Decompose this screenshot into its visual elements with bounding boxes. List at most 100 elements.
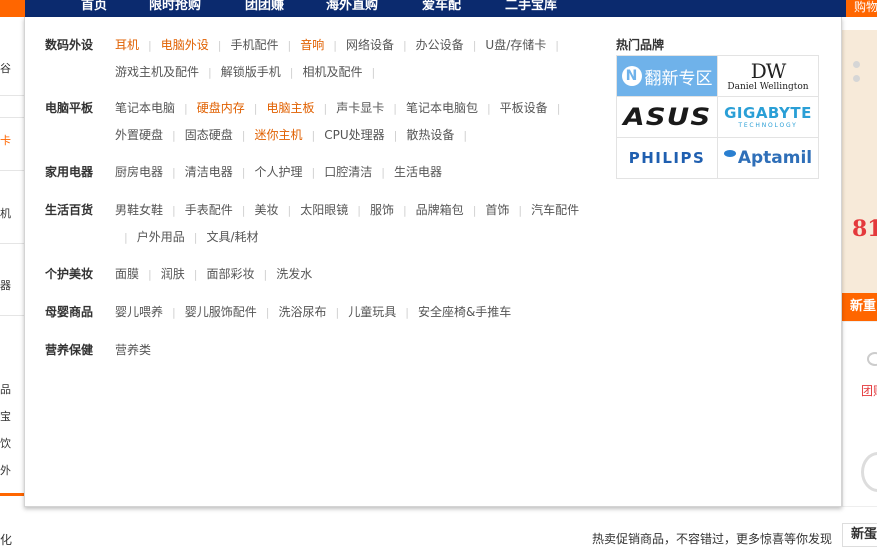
category-link[interactable]: 相机及配件 [302,65,362,79]
category-link[interactable]: 迷你主机 [254,128,302,142]
category-link[interactable]: 个人护理 [254,165,302,179]
category-link[interactable]: 固态硬盘 [185,128,233,142]
link-separator: | [357,204,361,217]
category-link[interactable]: 首饰 [485,203,509,217]
category-link[interactable]: 营养类 [115,343,151,357]
nav-item-flash-sale[interactable]: 限时抢购 [149,0,201,14]
category-link[interactable]: 耳机 [115,38,139,52]
category-link[interactable]: 声卡显卡 [336,101,384,115]
category-link[interactable]: 笔记本电脑包 [406,101,478,115]
link-separator: | [193,268,198,281]
category-link[interactable]: 平板设备 [500,101,548,115]
category-title[interactable]: 母婴商品 [45,304,93,320]
link-separator: | [371,66,376,79]
link-separator: | [265,306,270,319]
category-link[interactable]: 硬盘内存 [197,101,245,115]
category-link[interactable]: 安全座椅&手推车 [418,305,511,319]
brand-philips[interactable]: PHILIPS [617,138,718,179]
category-title[interactable]: 营养保健 [45,342,93,358]
nav-item-home[interactable]: 首页 [81,0,107,14]
category-link[interactable]: 润肤 [161,267,185,281]
link-separator: | [402,204,407,217]
category-link[interactable]: 男鞋女鞋 [115,203,163,217]
brand-asus[interactable]: ASUS [617,97,718,138]
category-link[interactable]: 手机配件 [230,38,278,52]
category-link[interactable]: 解锁版手机 [221,65,281,79]
carousel-dot[interactable] [853,75,860,82]
link-separator: | [148,268,152,281]
sidebar-fragment[interactable]: 外 [0,464,25,478]
category-link[interactable]: 面部彩妆 [206,267,254,281]
nav-item-second-hand[interactable]: 二手宝库 [505,0,557,14]
category-link[interactable]: 厨房电器 [115,165,163,179]
sidebar-fragment[interactable]: 器 [0,279,25,293]
category-link[interactable]: 笔记本电脑 [115,101,175,115]
sidebar-fragment[interactable]: 机 [0,207,25,221]
brand-daniel-wellington[interactable]: DW Daniel Wellington [718,56,819,97]
nav-item-car[interactable]: 爱车配 [422,0,461,14]
category-link[interactable]: 生活电器 [394,165,442,179]
cart-button[interactable]: 购物 [846,0,877,17]
category-dropdown-panel: 数码外设 耳机 | 电脑外设 | 手机配件 | 音响 | 网络设备 | 办公设备 | U盘/存储卡 | 游戏主… [24,17,842,507]
product-link[interactable]: 团购 [861,382,877,399]
category-link[interactable]: 清洁电器 [185,165,233,179]
sidebar-fragment[interactable]: 卡 [0,134,25,148]
link-separator: | [172,204,176,217]
brand-fanxin[interactable]: N 翻新专区 [617,56,718,97]
category-title[interactable]: 家用电器 [45,164,93,180]
category-link[interactable]: 外置硬盘 [115,128,163,142]
category-link[interactable]: 汽车配件 [531,203,579,217]
category-link[interactable]: 音响 [300,38,324,52]
category-link[interactable]: 婴儿服饰配件 [185,305,257,319]
category-title[interactable]: 个护美妆 [45,266,93,282]
category-link[interactable]: 美妆 [254,203,278,217]
category-title[interactable]: 电脑平板 [45,100,93,116]
newegg-tab[interactable]: 新蛋 [842,523,877,547]
category-link[interactable]: 散热设备 [406,128,454,142]
philips-logo: PHILIPS [628,149,706,167]
product-card[interactable]: 团购 [842,321,877,507]
nav-item-overseas[interactable]: 海外直购 [326,0,378,14]
link-separator: | [263,268,268,281]
category-link[interactable]: 电脑主板 [266,101,314,115]
category-link[interactable]: 洗浴尿布 [278,305,326,319]
nav-item-group-earn[interactable]: 团团赚 [245,0,284,14]
category-link[interactable]: 文具/耗材 [206,230,258,244]
link-separator: | [208,66,212,79]
category-link[interactable]: 手表配件 [185,203,233,217]
sidebar-fragment[interactable]: 谷 [0,62,25,76]
category-link[interactable]: 婴儿喂养 [115,305,163,319]
link-separator: | [518,204,523,217]
swoosh-icon [723,149,736,157]
category-link[interactable]: CPU处理器 [324,128,384,142]
category-link[interactable]: 户外用品 [137,230,185,244]
carousel-dot[interactable] [853,61,860,68]
category-link[interactable]: 游戏主机及配件 [115,65,199,79]
sidebar-fragment[interactable]: 品 [0,383,25,397]
category-link[interactable]: 电脑外设 [161,38,209,52]
category-links: 厨房电器 | 清洁电器 | 个人护理 | 口腔清洁 | 生活电器 [115,159,585,186]
category-title[interactable]: 生活百货 [45,202,93,218]
category-link[interactable]: 口腔清洁 [324,165,372,179]
category-link[interactable]: 网络设备 [346,38,394,52]
category-link[interactable]: 洗发水 [276,267,312,281]
new-arrivals-tab[interactable]: 新重 [842,293,877,321]
brand-aptamil[interactable]: Aptamil [718,138,819,179]
link-separator: | [311,166,316,179]
category-link[interactable]: 太阳眼镜 [300,203,348,217]
category-link[interactable]: 品牌箱包 [416,203,464,217]
category-links: 面膜 | 润肤 | 面部彩妆 | 洗发水 [115,261,585,288]
link-separator: | [311,129,316,142]
category-title[interactable]: 数码外设 [45,37,93,53]
sidebar-fragment[interactable]: 饮 [0,437,25,451]
category-link[interactable]: 面膜 [115,267,139,281]
brand-gigabyte[interactable]: GIGABYTE TECHNOLOGY [718,97,819,138]
category-link[interactable]: U盘/存储卡 [485,38,546,52]
category-link[interactable]: 儿童玩具 [348,305,396,319]
sidebar-fragment[interactable]: 宝 [0,410,25,424]
category-link[interactable]: 办公设备 [416,38,464,52]
category-link[interactable]: 服饰 [370,203,394,217]
link-separator: | [333,39,337,52]
promo-banner[interactable]: 81 [842,30,877,296]
sidebar-accent [0,493,25,496]
